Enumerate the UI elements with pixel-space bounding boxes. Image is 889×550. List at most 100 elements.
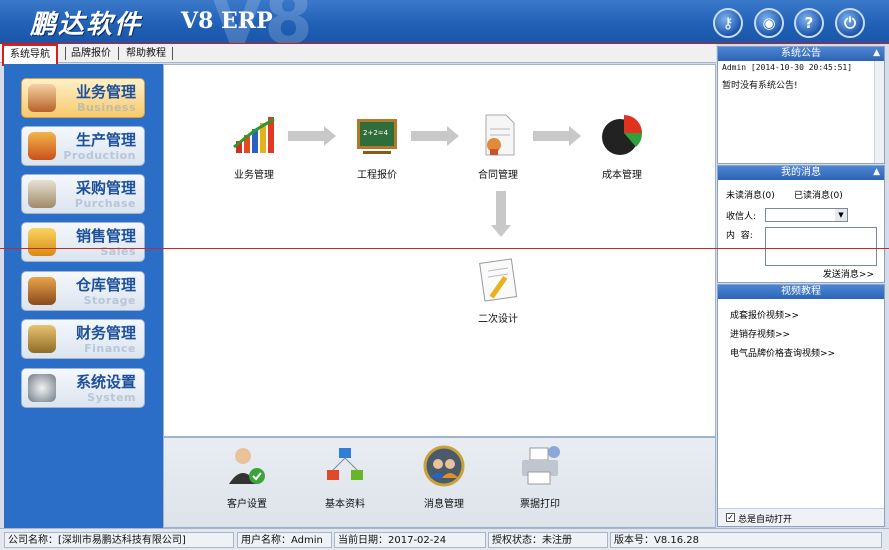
bar-chart-icon: [233, 117, 275, 153]
notice-text: 暂时没有系统公告!: [722, 81, 798, 91]
flow-label: 二次设计: [478, 314, 518, 325]
video-link[interactable]: 电气品牌价格查询视频>>: [730, 346, 835, 359]
help-icon[interactable]: ?: [794, 8, 824, 38]
person-icon: [28, 84, 56, 112]
messages-icon: [423, 445, 465, 487]
svg-text:2+2=4: 2+2=4: [363, 129, 389, 137]
notice-panel: 系统公告 ▲ Admin [2014-10-30 20:45:51] 暂时没有系统…: [717, 46, 885, 164]
printer-icon: [522, 446, 560, 485]
nav-label: 仓库管理: [76, 276, 137, 294]
left-nav: 业务管理 Business 生产管理 Production 采购管理 Purch…: [4, 64, 163, 528]
notice-meta: Admin [2014-10-30 20:45:51]: [722, 63, 853, 72]
status-auth: 授权状态：未注册: [488, 532, 608, 548]
tab-separator: [118, 47, 119, 60]
status-bar: 公司名称：[深圳市易鹏达科技有限公司] 用户名称：Admin 当前日期：2017…: [0, 528, 889, 550]
tool-label: 票据打印: [520, 499, 560, 510]
arrow-right: [411, 126, 459, 146]
nav-purchase[interactable]: 采购管理 Purchase: [21, 174, 145, 214]
pie-chart-icon: [602, 115, 643, 155]
collapse-icon[interactable]: ▲: [873, 166, 880, 179]
nav-sub-label: Finance: [84, 342, 136, 355]
tab-bar: 系统导航 品牌报价 帮助教程: [0, 44, 716, 66]
bell-icon[interactable]: ◉: [754, 8, 784, 38]
nav-sub-label: Sales: [100, 245, 136, 258]
key-icon[interactable]: ⚷: [713, 8, 743, 38]
nav-production[interactable]: 生产管理 Production: [21, 126, 145, 166]
nav-label: 业务管理: [76, 83, 137, 101]
scrollbar[interactable]: [874, 61, 884, 163]
nav-business[interactable]: 业务管理 Business: [21, 78, 145, 118]
nav-label: 销售管理: [76, 227, 137, 245]
customer-icon: [229, 448, 265, 484]
tool-customer[interactable]: 客户设置: [212, 444, 282, 510]
status-company: 公司名称：[深圳市易鹏达科技有限公司]: [4, 532, 234, 548]
tool-label: 消息管理: [424, 499, 464, 510]
status-user: 用户名称：Admin: [237, 532, 332, 548]
red-guide-line-mid: [0, 248, 889, 249]
nav-sub-label: Business: [77, 101, 136, 114]
read-link[interactable]: 已读消息(0): [794, 188, 843, 201]
network-icon: [327, 448, 363, 480]
quick-tools: 客户设置 基本资料 消息管理 票据打印: [163, 437, 716, 528]
nav-label: 财务管理: [76, 324, 137, 342]
recipient-select[interactable]: ▼: [765, 208, 848, 222]
flow-label: 成本管理: [602, 170, 642, 181]
nav-label: 生产管理: [76, 131, 137, 149]
autoopen-checkbox[interactable]: ✓: [726, 513, 735, 522]
arrow-right: [533, 126, 581, 146]
flow-contract[interactable]: 合同管理: [458, 111, 538, 181]
truck-icon: [28, 228, 56, 256]
tool-label: 基本资料: [325, 499, 365, 510]
unread-link[interactable]: 未读消息(0): [726, 188, 775, 201]
messages-title: 我的消息 ▲: [718, 166, 884, 180]
nav-sub-label: Storage: [83, 294, 136, 307]
status-date: 当前日期：2017-02-24: [334, 532, 486, 548]
recipient-label: 收信人:: [726, 212, 757, 222]
nav-label: 采购管理: [76, 179, 137, 197]
flow-label: 工程报价: [357, 170, 397, 181]
warehouse-icon: [28, 277, 56, 305]
arrow-right: [288, 126, 336, 146]
notepad-icon: [479, 258, 518, 302]
send-message-link[interactable]: 发送消息>>: [823, 267, 874, 280]
nav-sub-label: Purchase: [74, 197, 136, 210]
chevron-down-icon: ▼: [835, 209, 847, 221]
chalkboard-icon: 2+2=4: [357, 119, 397, 154]
tab-help[interactable]: 帮助教程: [120, 45, 172, 63]
notice-title: 系统公告 ▲: [718, 47, 884, 61]
video-title: 视频教程: [718, 285, 884, 299]
tab-separator: [172, 47, 173, 60]
flow-business[interactable]: 业务管理: [214, 111, 294, 181]
nav-sub-label: Production: [63, 149, 136, 162]
video-panel: 视频教程 成套报价视频>> 进销存视频>> 电气品牌价格查询视频>> ✓ 总是自…: [717, 284, 885, 527]
content-label: 内 容:: [726, 231, 753, 241]
nav-label: 系统设置: [76, 373, 137, 391]
tab-brand-quote[interactable]: 品牌报价: [65, 45, 117, 63]
content-textarea[interactable]: [765, 227, 877, 266]
power-icon[interactable]: ⏻: [835, 8, 865, 38]
video-link[interactable]: 成套报价视频>>: [730, 308, 799, 321]
flow-quote[interactable]: 2+2=4 工程报价: [337, 111, 417, 181]
tool-messages[interactable]: 消息管理: [409, 444, 479, 510]
nav-sales[interactable]: 销售管理 Sales: [21, 222, 145, 262]
nav-finance[interactable]: 财务管理 Finance: [21, 319, 145, 359]
flow-label: 业务管理: [234, 170, 274, 181]
tab-system-nav[interactable]: 系统导航: [2, 44, 58, 66]
autoopen-label: 总是自动打开: [738, 515, 793, 525]
collapse-icon[interactable]: ▲: [873, 47, 880, 60]
tool-label: 客户设置: [227, 499, 267, 510]
status-version: 版本号：V8.16.28: [610, 532, 882, 548]
messages-panel: 我的消息 ▲ 未读消息(0) 已读消息(0) 收信人: ▼ 内 容: 发送消息>>: [717, 165, 885, 283]
nav-sub-label: System: [87, 391, 136, 404]
flow-redesign[interactable]: 二次设计: [458, 255, 538, 325]
flow-panel: 业务管理 2+2=4 工程报价 合同管理 成本管理 二次设计: [163, 64, 716, 437]
video-link[interactable]: 进销存视频>>: [730, 327, 790, 340]
nav-system[interactable]: 系统设置 System: [21, 368, 145, 408]
app-header: V8 鹏达软件 V8 ERP ⚷ ◉ ? ⏻: [0, 0, 889, 44]
nav-storage[interactable]: 仓库管理 Storage: [21, 271, 145, 311]
money-icon: [28, 325, 56, 353]
tool-basic-data[interactable]: 基本资料: [310, 444, 380, 510]
product-name: V8 ERP: [181, 8, 273, 34]
flow-cost[interactable]: 成本管理: [582, 111, 662, 181]
tool-print[interactable]: 票据打印: [505, 444, 575, 510]
